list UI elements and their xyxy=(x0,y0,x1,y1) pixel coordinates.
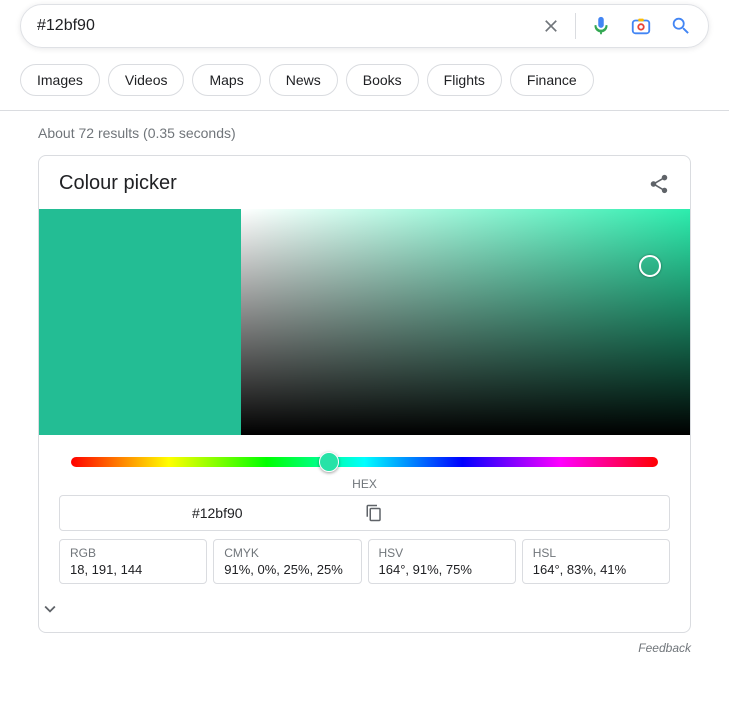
picker-thumb[interactable] xyxy=(639,255,661,277)
hsl-box[interactable]: HSL164°, 83%, 41% xyxy=(522,539,670,584)
share-icon[interactable] xyxy=(648,173,670,195)
chip-finance[interactable]: Finance xyxy=(510,64,594,96)
voice-search-icon[interactable] xyxy=(590,15,612,37)
hex-value: #12bf90 xyxy=(70,505,365,521)
rgb-box[interactable]: RGB18, 191, 144 xyxy=(59,539,207,584)
divider xyxy=(0,110,729,111)
hue-slider[interactable] xyxy=(71,457,658,467)
picker-area xyxy=(39,209,690,435)
chip-images[interactable]: Images xyxy=(20,64,100,96)
expand-button[interactable] xyxy=(39,588,690,632)
copy-icon[interactable] xyxy=(365,504,660,522)
cmyk-box[interactable]: CMYK91%, 0%, 25%, 25% xyxy=(213,539,361,584)
hex-label: HEX xyxy=(59,477,670,491)
search-icon[interactable] xyxy=(670,15,692,37)
chip-news[interactable]: News xyxy=(269,64,338,96)
clear-icon[interactable] xyxy=(541,16,561,36)
filter-chips: Images Videos Maps News Books Flights Fi… xyxy=(0,48,729,110)
saturation-value-picker[interactable] xyxy=(241,209,690,435)
colour-swatch xyxy=(39,209,241,435)
chip-maps[interactable]: Maps xyxy=(192,64,260,96)
feedback-link[interactable]: Feedback xyxy=(0,641,691,655)
hex-value-box[interactable]: #12bf90 xyxy=(59,495,670,531)
hsv-box[interactable]: HSV164°, 91%, 75% xyxy=(368,539,516,584)
image-search-icon[interactable] xyxy=(630,15,652,37)
search-input[interactable] xyxy=(37,17,541,35)
hue-thumb[interactable] xyxy=(319,452,339,472)
colour-formats: RGB18, 191, 144 CMYK91%, 0%, 25%, 25% HS… xyxy=(59,539,670,584)
chip-flights[interactable]: Flights xyxy=(427,64,502,96)
chevron-down-icon xyxy=(39,598,61,620)
result-stats: About 72 results (0.35 seconds) xyxy=(0,125,729,155)
colour-picker-card: Colour picker HEX #12bf90 RGB18, 191, 14… xyxy=(38,155,691,633)
chip-videos[interactable]: Videos xyxy=(108,64,185,96)
divider xyxy=(575,13,576,39)
card-title: Colour picker xyxy=(59,172,177,195)
search-bar[interactable] xyxy=(20,4,709,48)
chip-books[interactable]: Books xyxy=(346,64,419,96)
